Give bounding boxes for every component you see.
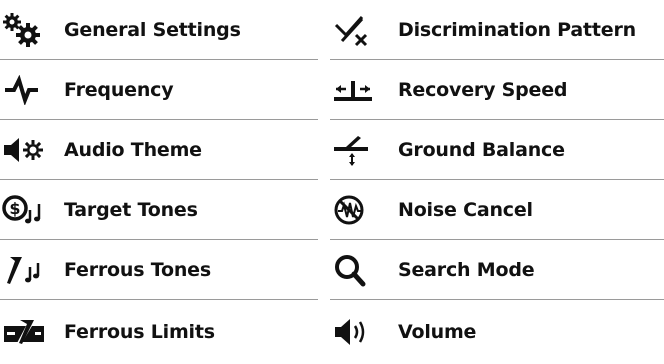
settings-menu-grid: General Settings Frequency Audio Theme $… [0,0,664,364]
menu-item-target-tones[interactable]: $ Target Tones [0,180,318,240]
menu-item-label: Frequency [64,78,174,101]
nail-note-icon [2,250,54,290]
menu-item-label: Ferrous Tones [64,258,211,281]
waveform-icon [2,70,54,110]
svg-text:$: $ [9,199,20,218]
menu-item-audio-theme[interactable]: Audio Theme [0,120,318,180]
speaker-gear-icon [2,130,54,170]
menu-item-label: Noise Cancel [398,198,533,221]
ferrous-limits-icon [2,312,54,352]
menu-item-label: Audio Theme [64,138,202,161]
menu-item-frequency[interactable]: Frequency [0,60,318,120]
menu-item-ground-balance[interactable]: Ground Balance [330,120,664,180]
magnifier-icon [332,250,384,290]
settings-right-column: Discrimination Pattern Recovery Speed Gr… [330,0,664,364]
menu-item-label: Ground Balance [398,138,565,161]
menu-item-label: Ferrous Limits [64,321,215,343]
menu-item-volume[interactable]: Volume [330,300,664,364]
menu-item-label: Recovery Speed [398,78,568,101]
settings-left-column: General Settings Frequency Audio Theme $… [0,0,318,364]
menu-item-label: Search Mode [398,258,535,281]
menu-item-label: Discrimination Pattern [398,18,636,41]
menu-item-general-settings[interactable]: General Settings [0,0,318,60]
menu-item-ferrous-limits[interactable]: Ferrous Limits [0,300,318,364]
menu-item-recovery-speed[interactable]: Recovery Speed [330,60,664,120]
menu-item-label: Volume [398,321,477,343]
ground-balance-icon [332,130,384,170]
menu-item-discrimination-pattern[interactable]: Discrimination Pattern [330,0,664,60]
coin-note-icon: $ [2,190,54,230]
discrimination-icon [332,10,384,50]
menu-item-ferrous-tones[interactable]: Ferrous Tones [0,240,318,300]
volume-icon [332,312,384,352]
menu-item-search-mode[interactable]: Search Mode [330,240,664,300]
noise-cancel-icon [332,190,384,230]
menu-item-label: Target Tones [64,198,198,221]
gears-icon [2,10,54,50]
menu-item-label: General Settings [64,18,241,41]
recovery-speed-icon [332,70,384,110]
menu-item-noise-cancel[interactable]: Noise Cancel [330,180,664,240]
